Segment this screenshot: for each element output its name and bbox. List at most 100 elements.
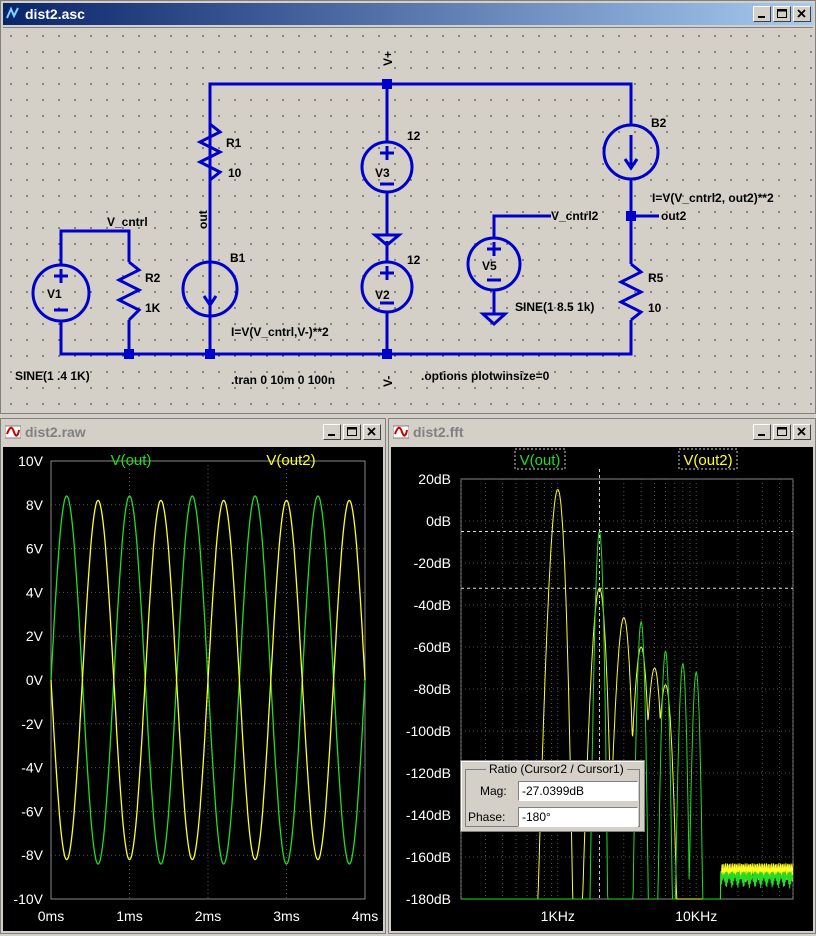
label-v5-source: SINE(1 8.5 1k) — [515, 300, 594, 314]
minimize-icon — [328, 434, 335, 436]
raw-plot-window: dist2.raw 10V 8V 6V 4V 2V 0V -2V -4V -6V -8V -10V … — [0, 418, 386, 934]
label-v5: V5 — [482, 259, 497, 273]
label-out2: out2 — [661, 209, 687, 223]
raw-chart: 10V 8V 6V 4V 2V 0V -2V -4V -6V -8V -10V 0ms 1ms 2ms 3… — [13, 452, 378, 924]
series-v-out — [461, 530, 794, 900]
fft-maximize-button[interactable] — [773, 424, 791, 440]
y-tick-label: -160dB — [406, 849, 451, 865]
legend-v-out[interactable]: V(out) — [111, 452, 152, 469]
label-r2: R2 — [145, 271, 161, 285]
y-tick-label: -80dB — [414, 681, 451, 697]
series-v-out2 — [461, 488, 794, 900]
y-tick-label: -8V — [21, 847, 43, 863]
x-tick-label: 4ms — [352, 908, 378, 924]
y-tick-label: 10V — [18, 453, 44, 469]
y-tick-label: -40dB — [414, 597, 451, 613]
fft-title: dist2.fft — [413, 424, 464, 440]
y-tick-label: -180dB — [406, 891, 451, 907]
x-tick-label: 0ms — [38, 908, 64, 924]
cursor-ratio-panel[interactable]: Ratio (Cursor2 / Cursor1) Mag: -27.0399d… — [460, 760, 645, 832]
raw-minimize-button[interactable] — [323, 424, 341, 440]
x-tick-label: 2ms — [195, 908, 221, 924]
plot-frame — [460, 478, 794, 900]
label-v3-value: 12 — [407, 129, 421, 143]
y-tick-label: 20dB — [418, 471, 451, 487]
y-tick-label: -60dB — [414, 639, 451, 655]
y-tick-label: -10V — [13, 891, 43, 907]
close-icon — [367, 427, 376, 436]
schematic-title: dist2.asc — [25, 6, 85, 22]
label-v2: V2 — [375, 288, 390, 302]
label-v3: V3 — [375, 166, 390, 180]
label-vctrl2: V_cntrl2 — [551, 209, 599, 223]
legend-v-out[interactable]: V(out) — [520, 452, 561, 469]
y-tick-label: -120dB — [406, 765, 451, 781]
y-tick-label: -20dB — [414, 555, 451, 571]
mag-label: Mag: — [480, 784, 507, 798]
y-tick-label: -140dB — [406, 807, 451, 823]
schematic-drawing: V+ V- out out2 V_cntrl V_cntrl2 R1 10 R2… — [15, 51, 774, 387]
y-tick-label: 4V — [26, 584, 44, 600]
schematic-canvas[interactable]: V+ V- out out2 V_cntrl V_cntrl2 R1 10 R2… — [3, 27, 813, 412]
fft-close-button[interactable] — [793, 424, 811, 440]
raw-plot-pane[interactable]: 10V 8V 6V 4V 2V 0V -2V -4V -6V -8V -10V 0ms 1ms 2ms 3… — [3, 447, 383, 931]
waveform-icon — [5, 425, 21, 439]
y-tick-label: 0V — [26, 672, 44, 688]
y-tick-label: -4V — [21, 760, 43, 776]
label-tran: .tran 0 10m 0 100n — [231, 373, 335, 387]
label-vplus: V+ — [381, 51, 395, 66]
maximize-icon — [777, 9, 787, 18]
raw-close-button[interactable] — [363, 424, 381, 440]
raw-maximize-button[interactable] — [343, 424, 361, 440]
label-vminus: V- — [381, 376, 395, 387]
y-tick-label: 6V — [26, 541, 44, 557]
label-r1: R1 — [226, 136, 242, 150]
cursor-ratio-group: Ratio (Cursor2 / Cursor1) Mag: -27.0399d… — [465, 762, 640, 827]
fft-plot-window: dist2.fft 20dB 0dB -20dB -40dB -60dB -80dB -10… — [388, 418, 816, 934]
label-r1-value: 10 — [228, 166, 242, 180]
label-r5: R5 — [648, 271, 664, 285]
label-b1-expr: I=V(V_cntrl,V-)**2 — [231, 325, 329, 339]
label-out: out — [196, 210, 210, 229]
label-b2: B2 — [651, 116, 667, 130]
y-tick-label: 2V — [26, 628, 44, 644]
label-b1: B1 — [230, 251, 246, 265]
y-tick-label: -100dB — [406, 723, 451, 739]
legend-v-out2[interactable]: V(out2) — [266, 452, 315, 469]
close-button[interactable] — [793, 6, 811, 22]
cursor-lines[interactable] — [461, 469, 793, 899]
label-v2-value: 12 — [407, 253, 421, 267]
maximize-icon — [347, 427, 357, 436]
y-tick-label: -6V — [21, 803, 43, 819]
y-tick-label: 8V — [26, 497, 44, 513]
y-tick-label: 0dB — [426, 513, 451, 529]
maximize-icon — [777, 427, 787, 436]
x-tick-label: 3ms — [273, 908, 299, 924]
x-tick-label: 10KHz — [675, 908, 717, 924]
label-options: .options plotwinsize=0 — [421, 369, 550, 383]
fft-plot-pane[interactable]: 20dB 0dB -20dB -40dB -60dB -80dB -100dB -120dB -… — [391, 447, 813, 931]
minimize-button[interactable] — [753, 6, 771, 22]
cursor-ratio-title: Ratio (Cursor2 / Cursor1) — [486, 762, 627, 776]
legend-v-out2[interactable]: V(out2) — [683, 452, 732, 469]
close-icon — [797, 427, 806, 436]
schematic-titlebar[interactable]: dist2.asc — [3, 3, 813, 25]
waveform-icon — [393, 425, 409, 439]
fft-titlebar[interactable]: dist2.fft — [391, 421, 813, 443]
phase-value-field[interactable]: -180° — [518, 807, 638, 827]
label-r5-value: 10 — [648, 301, 662, 315]
label-v1-source: SINE(1 .4 1K) — [15, 369, 90, 383]
maximize-button[interactable] — [773, 6, 791, 22]
label-vctrl: V_cntrl — [107, 215, 148, 229]
schematic-window: dist2.asc V+ V- out out2 V_cntrl V_cntrl… — [0, 0, 816, 414]
x-tick-label: 1ms — [116, 908, 142, 924]
label-r2-value: 1K — [145, 301, 161, 315]
phase-label: Phase: — [468, 810, 506, 824]
close-icon — [797, 9, 806, 18]
label-b2-expr: I=V(V_cntrl2, out2)**2 — [652, 191, 774, 205]
label-v1: V1 — [47, 287, 62, 301]
mag-value-field[interactable]: -27.0399dB — [518, 781, 638, 801]
fft-minimize-button[interactable] — [753, 424, 771, 440]
minimize-icon — [758, 16, 765, 18]
raw-titlebar[interactable]: dist2.raw — [3, 421, 383, 443]
